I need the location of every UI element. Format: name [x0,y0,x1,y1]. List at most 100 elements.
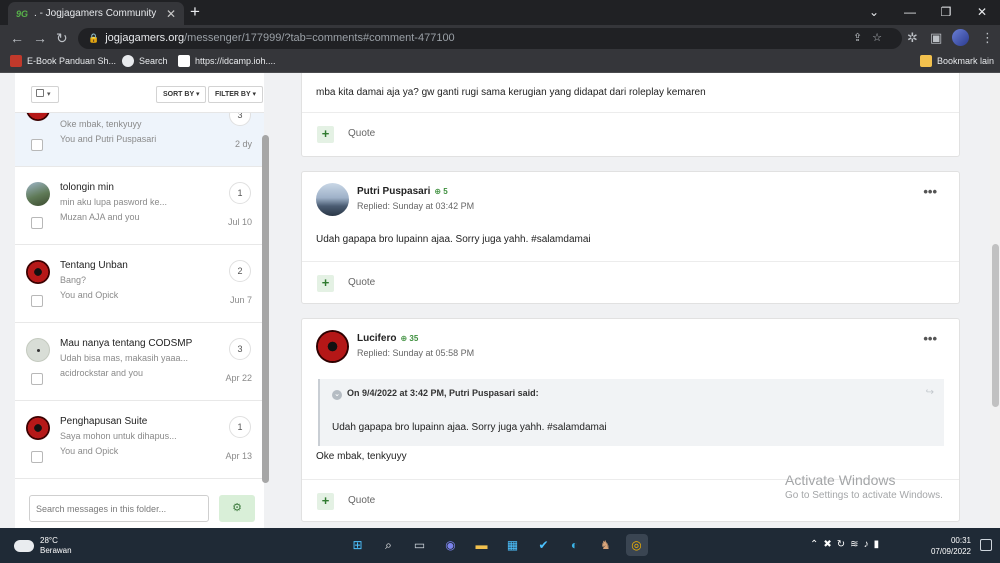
bookmark-label: E-Book Panduan Sh... [27,56,117,66]
scrollbar-thumb[interactable] [992,244,999,407]
conversation-participants: You and Putri Puspasari [60,134,157,144]
search-settings-button[interactable]: ⚙ [219,495,255,522]
select-all-dropdown[interactable]: ▾ [31,86,59,103]
notification-icon[interactable] [980,539,992,551]
bookmark-idcamp[interactable]: https://idcamp.ioh.... [178,55,276,67]
conversation-checkbox[interactable] [31,451,43,463]
minimize-button[interactable]: — [892,0,928,25]
post-timestamp: Replied: Sunday at 05:58 PM [357,348,475,358]
watermark-subtitle: Go to Settings to activate Windows. [785,490,943,501]
search-messages-input[interactable] [29,495,209,522]
quote-header[interactable]: ⌄ On 9/4/2022 at 3:42 PM, Putri Puspasari… [332,388,539,400]
avatar[interactable] [316,183,349,216]
window-controls: ⌄ — ❐ ✕ [856,0,1000,25]
plus-icon[interactable]: + [317,275,334,292]
store-icon[interactable]: ▦ [502,534,524,556]
conversation-checkbox[interactable] [31,217,43,229]
list-item[interactable]: Tentang Unban Bang? You and Opick 2 Jun … [15,245,264,323]
extensions-puzzle-icon[interactable]: ✲ [907,29,918,47]
conversation-checkbox[interactable] [31,295,43,307]
bookmarks-bar: E-Book Panduan Sh... Search https://idca… [0,51,1000,73]
volume-icon[interactable]: ♪ [864,539,874,550]
chevron-up-icon[interactable]: ⌃ [810,539,823,550]
file-explorer-icon[interactable]: ▬ [471,534,493,556]
avatar [26,416,50,440]
share-arrow-icon[interactable]: ↪ [926,387,934,398]
avatar[interactable] [316,330,349,363]
game-app-icon[interactable]: ♞ [595,534,617,556]
reply-count-badge: 1 [229,182,251,204]
todo-check-icon[interactable]: ✔ [533,534,555,556]
conversation-checkbox[interactable] [31,373,43,385]
share-icon[interactable]: ⇪ [853,32,872,44]
conversation-title: Mau nanya tentang CODSMP [60,338,193,349]
bookmark-label: Search [139,56,168,66]
forward-icon[interactable]: → [33,29,47,47]
tab-jogjagamers[interactable]: 9G . - Jogjagamers Community ✕ [8,2,184,25]
teams-chat-icon[interactable]: ◉ [440,534,462,556]
list-item[interactable]: Oke mbak, tenkyuyy You and Putri Puspasa… [15,113,264,167]
page-scrollbar[interactable] [990,73,1000,528]
edge-browser-icon[interactable]: ◐ [564,534,586,556]
conversation-checkbox[interactable] [31,139,43,151]
tab-search-icon[interactable]: ⌄ [856,0,892,25]
comment-post: Putri Puspasari ⊕ 5 Replied: Sunday at 03… [301,171,960,304]
conversation-participants: You and Opick [60,290,119,300]
bookmark-star-icon[interactable]: ☆ [872,32,892,44]
gear-icon: ⚙ [232,502,242,514]
post-author[interactable]: Lucifero ⊕ 35 [357,333,418,344]
task-view-icon[interactable]: ▭ [409,534,431,556]
idcamp-favicon-icon [178,55,190,67]
more-options-icon[interactable]: ••• [923,331,937,346]
tab-close-icon[interactable]: ✕ [166,7,176,21]
conversation-participants: You and Opick [60,446,119,456]
chrome-menu-icon[interactable]: ⋮ [981,29,994,47]
wifi-icon[interactable]: ≋ [850,539,863,550]
quote-button[interactable]: Quote [348,495,375,506]
bookmark-search[interactable]: Search [122,55,168,67]
new-tab-button[interactable]: + [190,3,200,21]
plus-icon[interactable]: + [317,493,334,510]
sync-icon[interactable]: ↻ [837,539,850,550]
filter-by-button[interactable]: FILTER BY ▾ [208,86,263,103]
clock[interactable]: 00:31 07/09/2022 [921,535,971,557]
quote-button[interactable]: Quote [348,277,375,288]
sort-by-button[interactable]: SORT BY ▾ [156,86,207,103]
side-panel-icon[interactable]: ▣ [930,29,942,47]
quoted-reply: ⌄ On 9/4/2022 at 3:42 PM, Putri Puspasari… [318,379,944,446]
search-favicon-icon [122,55,134,67]
chevron-down-icon[interactable]: ⌄ [332,390,342,400]
bookmark-other[interactable]: Bookmark lain [920,55,994,67]
avatar [26,182,50,206]
post-author[interactable]: Putri Puspasari ⊕ 5 [357,186,448,197]
close-window-button[interactable]: ✕ [964,0,1000,25]
antivirus-icon[interactable]: ✖ [823,539,836,550]
quote-button[interactable]: Quote [348,128,375,139]
back-icon[interactable]: ← [10,29,24,47]
list-item[interactable]: Mau nanya tentang CODSMP Udah bisa mas, … [15,323,264,401]
tab-title: . - Jogjagamers Community [34,8,157,19]
tab-strip: 9G . - Jogjagamers Community ✕ + ⌄ — ❐ ✕ [0,0,1000,25]
lock-icon: 🔒 [88,33,100,43]
conversation-participants: Muzan AJA and you [60,212,140,222]
plus-icon[interactable]: + [317,126,334,143]
post-footer: + Quote [302,112,959,156]
sidebar-scrollbar[interactable] [262,135,269,483]
chrome-browser-icon[interactable]: ◎ [625,534,648,556]
site-favicon-icon: 9G [16,8,29,19]
taskbar: 28°C Berawan ⊞ ⌕ ▭ ◉ ▬ ▦ ✔ ◐ ♞ ◎ ⌃✖↻≋♪▮ … [0,528,1000,563]
windows-start-icon[interactable]: ⊞ [347,534,369,556]
url-bar[interactable]: 🔒 jogjagamers.org/messenger/177999/?tab=c… [78,28,902,49]
weather-widget[interactable]: 28°C Berawan [14,535,72,556]
search-icon[interactable]: ⌕ [378,534,400,556]
more-options-icon[interactable]: ••• [923,184,937,199]
url-host: jogjagamers.org [105,32,185,44]
reload-icon[interactable]: ↻ [56,29,68,47]
bookmark-ebook[interactable]: E-Book Panduan Sh... [10,55,116,67]
list-item[interactable]: tolongin min min aku lupa pasword ke... … [15,167,264,245]
taskbar-apps: ⊞ ⌕ ▭ ◉ ▬ ▦ ✔ ◐ ♞ ◎ [342,534,652,556]
profile-avatar[interactable] [952,29,969,46]
list-item[interactable]: Penghapusan Suite Saya mohon untuk dihap… [15,401,264,479]
battery-icon[interactable]: ▮ [874,539,885,550]
restore-button[interactable]: ❐ [928,0,964,25]
